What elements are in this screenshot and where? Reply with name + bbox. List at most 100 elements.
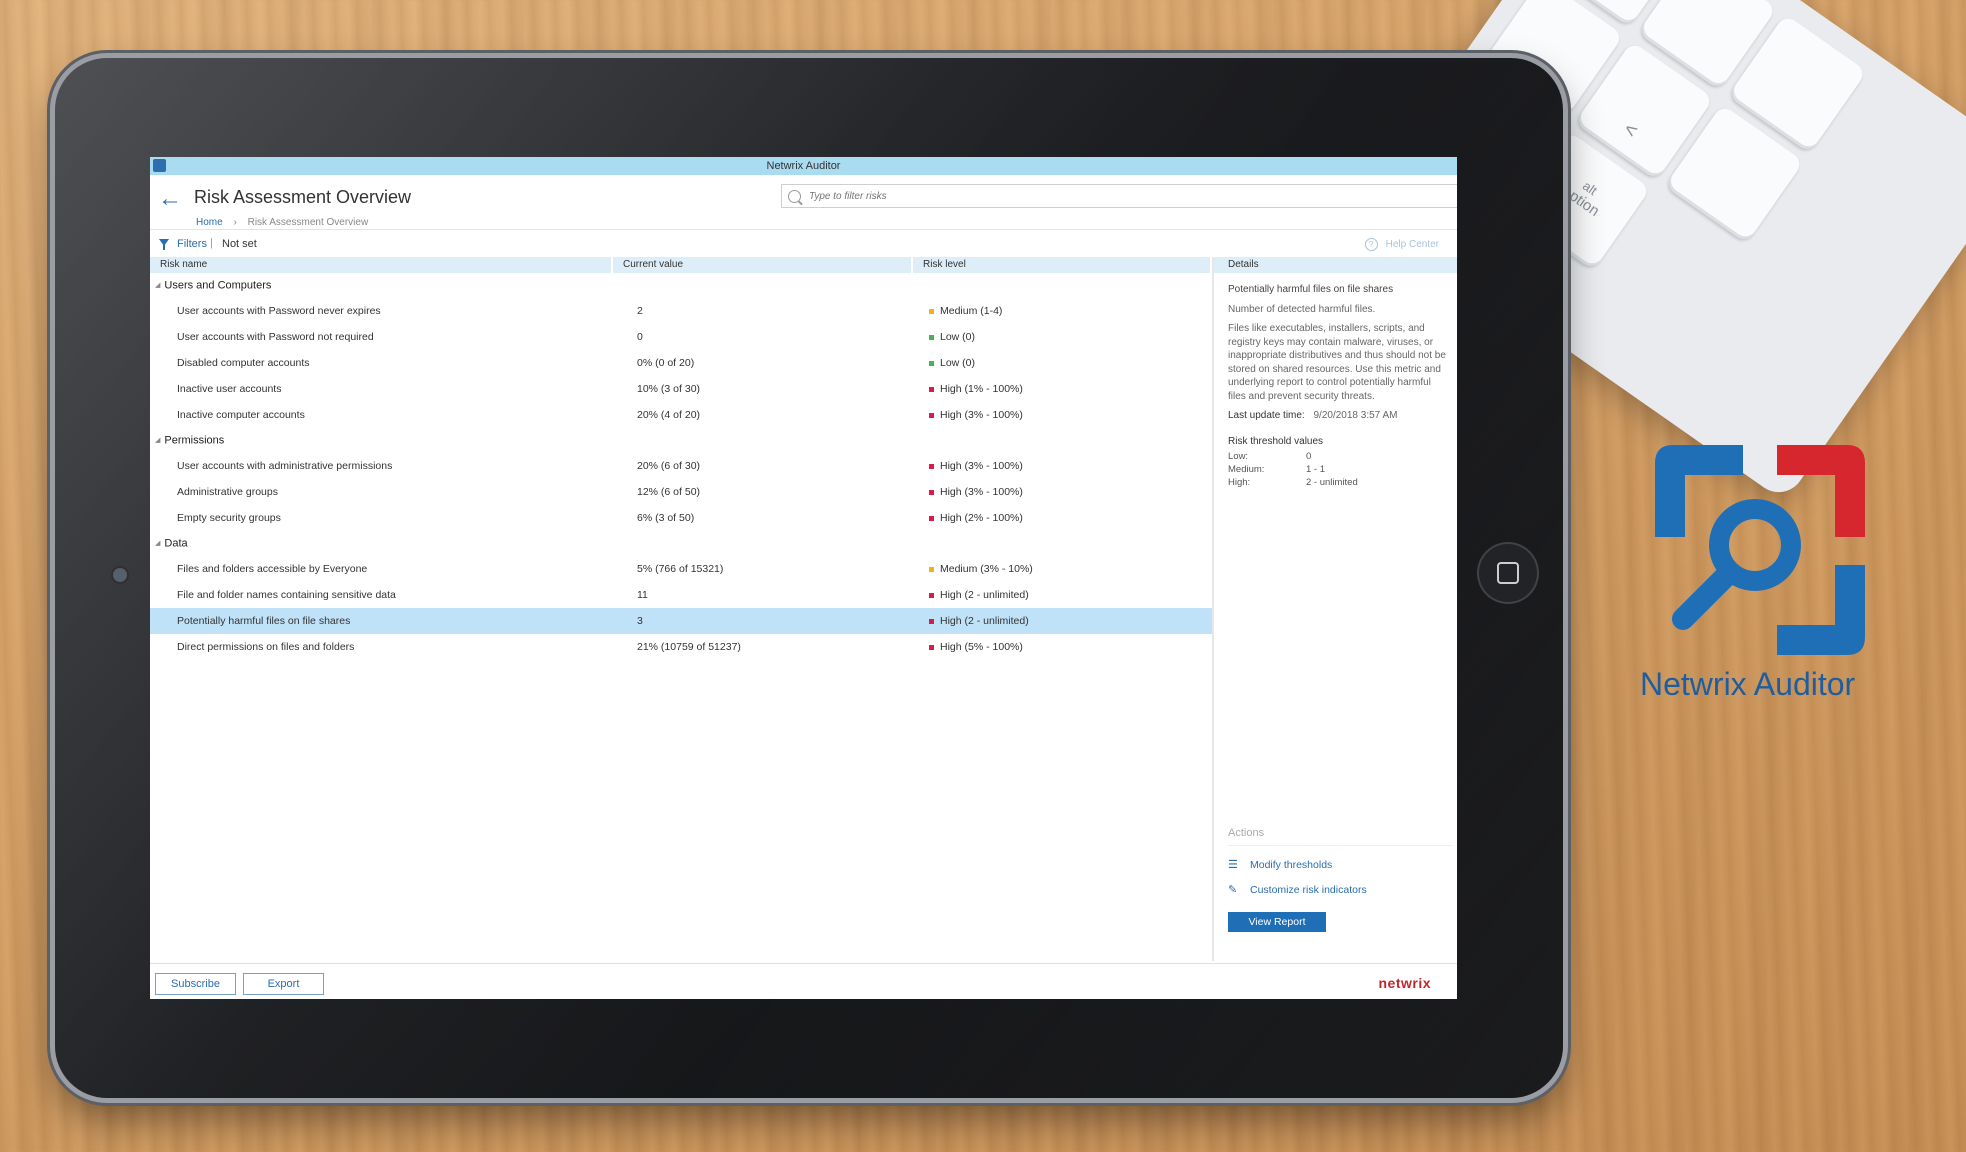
- view-report-button[interactable]: View Report: [1228, 912, 1326, 932]
- threshold-value: 1 - 1: [1306, 464, 1326, 475]
- risk-name-cell: Files and folders accessible by Everyone: [177, 563, 368, 575]
- table-row[interactable]: Files and folders accessible by Everyone…: [150, 556, 1212, 582]
- help-center-link[interactable]: ? Help Center: [1364, 238, 1439, 251]
- risk-name-cell: File and folder names containing sensiti…: [177, 589, 396, 601]
- threshold-label: Low:: [1228, 451, 1249, 462]
- pencil-icon: ✎: [1228, 884, 1238, 896]
- tablet-home-button[interactable]: [1477, 542, 1539, 604]
- risk-name-cell: Potentially harmful files on file shares: [177, 615, 351, 627]
- risk-level-cell: High (2 - unlimited): [913, 615, 1212, 627]
- risk-level-cell: High (5% - 100%): [913, 641, 1212, 653]
- last-update: Last update time: 9/20/2018 3:57 AM: [1228, 409, 1451, 423]
- risk-level-cell: High (3% - 100%): [913, 460, 1212, 472]
- details-title: Potentially harmful files on file shares: [1228, 284, 1394, 295]
- breadcrumb-home-link[interactable]: Home: [196, 217, 223, 228]
- table-row[interactable]: Inactive computer accounts 20% (4 of 20) H…: [150, 402, 1212, 428]
- table-row[interactable]: Inactive user accounts 10% (3 of 30) High …: [150, 376, 1212, 402]
- current-value-cell: 21% (10759 of 51237): [637, 641, 741, 653]
- group-label: Data: [164, 537, 188, 550]
- risk-name-cell: Disabled computer accounts: [177, 357, 310, 369]
- table-row[interactable]: User accounts with administrative permis…: [150, 453, 1212, 479]
- details-subtitle: Number of detected harmful files.: [1228, 303, 1376, 315]
- threshold-label: Medium:: [1228, 464, 1265, 475]
- severity-indicator-icon: [929, 644, 934, 650]
- severity-indicator-icon: [929, 308, 934, 314]
- netwrix-auditor-logo: [1655, 445, 1865, 655]
- risk-level-label: Medium (3% - 10%): [940, 563, 1033, 575]
- modify-thresholds-label: Modify thresholds: [1250, 859, 1333, 871]
- app-window: Netwrix Auditor ← Risk Assessment Overvi…: [150, 157, 1457, 999]
- table-row[interactable]: User accounts with Password never expire…: [150, 298, 1212, 324]
- page-title: Risk Assessment Overview: [194, 187, 412, 207]
- netwrix-brand-logo: netwrix: [1378, 975, 1431, 991]
- search-input[interactable]: [807, 189, 1411, 203]
- risk-level-label: High (3% - 100%): [940, 486, 1023, 498]
- back-arrow-icon[interactable]: ←: [158, 187, 182, 211]
- threshold-row: Medium: 1 - 1: [1228, 463, 1451, 476]
- export-button[interactable]: Export: [243, 973, 324, 995]
- table-row[interactable]: Disabled computer accounts 0% (0 of 20) Lo…: [150, 350, 1212, 376]
- modify-thresholds-link[interactable]: ☰ Modify thresholds: [1228, 859, 1453, 871]
- filters-button[interactable]: Filters: [177, 238, 207, 250]
- risk-level-label: High (2 - unlimited): [940, 615, 1029, 627]
- current-value-cell: 0: [637, 331, 643, 343]
- help-icon: ?: [1364, 238, 1378, 251]
- risk-level-label: High (2 - unlimited): [940, 589, 1029, 601]
- severity-indicator-icon: [929, 334, 934, 340]
- tablet-camera: [113, 568, 127, 582]
- customize-risk-indicators-link[interactable]: ✎ Customize risk indicators: [1228, 884, 1453, 896]
- risk-level-label: High (5% - 100%): [940, 641, 1023, 653]
- last-update-value: 9/20/2018 3:57 AM: [1313, 410, 1398, 421]
- risk-table: Risk name Current value Risk level ◢ User…: [150, 257, 1212, 957]
- subscribe-button[interactable]: Subscribe: [155, 973, 236, 995]
- severity-indicator-icon: [929, 412, 934, 418]
- table-row[interactable]: Potentially harmful files on file shares…: [150, 608, 1212, 634]
- group-label: Users and Computers: [164, 279, 272, 292]
- search-box[interactable]: [781, 184, 1457, 208]
- risk-name-cell: Inactive computer accounts: [177, 409, 305, 421]
- filter-bar: Filters | Not set ? Help Center: [150, 230, 1457, 258]
- current-value-cell: 5% (766 of 15321): [637, 563, 724, 575]
- risk-level-cell: Low (0): [913, 331, 1212, 343]
- group-label: Permissions: [164, 434, 225, 447]
- risk-name-cell: Administrative groups: [177, 486, 278, 498]
- severity-indicator-icon: [929, 386, 934, 392]
- current-value-cell: 10% (3 of 30): [637, 383, 701, 395]
- current-value-cell: 20% (4 of 20): [637, 409, 701, 421]
- collapse-caret-icon[interactable]: ◢: [155, 531, 160, 556]
- column-header-risk-level[interactable]: Risk level: [913, 257, 1212, 273]
- app-icon: [153, 159, 166, 172]
- current-value-cell: 0% (0 of 20): [637, 357, 695, 369]
- thresholds-list: Low: 0 Medium: 1 - 1 High: 2 - unlimited: [1228, 450, 1451, 489]
- window-titlebar: Netwrix Auditor: [150, 157, 1457, 175]
- table-row[interactable]: File and folder names containing sensiti…: [150, 582, 1212, 608]
- filter-value: Not set: [222, 238, 257, 250]
- window-title: Netwrix Auditor: [766, 160, 841, 172]
- table-row[interactable]: User accounts with Password not required…: [150, 324, 1212, 350]
- current-value-cell: 20% (6 of 30): [637, 460, 701, 472]
- table-group-row[interactable]: ◢ Users and Computers: [150, 273, 1212, 298]
- table-row[interactable]: Direct permissions on files and folders 2…: [150, 634, 1212, 660]
- details-pane: Details Potentially harmful files on fil…: [1212, 257, 1457, 961]
- risk-level-label: High (1% - 100%): [940, 383, 1023, 395]
- column-header-current-value[interactable]: Current value: [613, 257, 913, 273]
- table-group-row[interactable]: ◢ Permissions: [150, 428, 1212, 453]
- table-row[interactable]: Administrative groups 12% (6 of 50) High (…: [150, 479, 1212, 505]
- table-group-row[interactable]: ◢ Data: [150, 531, 1212, 556]
- table-row[interactable]: Empty security groups 6% (3 of 50) High (2…: [150, 505, 1212, 531]
- collapse-caret-icon[interactable]: ◢: [155, 428, 160, 453]
- severity-indicator-icon: [929, 463, 934, 469]
- filter-icon[interactable]: [159, 239, 169, 250]
- customize-indicators-label: Customize risk indicators: [1250, 884, 1367, 896]
- column-header-risk-name[interactable]: Risk name: [150, 257, 613, 273]
- risk-level-label: High (2% - 100%): [940, 512, 1023, 524]
- collapse-caret-icon[interactable]: ◢: [155, 273, 160, 298]
- risk-name-cell: Empty security groups: [177, 512, 281, 524]
- threshold-row: High: 2 - unlimited: [1228, 476, 1451, 489]
- filter-separator: |: [210, 237, 213, 249]
- severity-indicator-icon: [929, 566, 934, 572]
- risk-level-cell: Medium (3% - 10%): [913, 563, 1212, 575]
- risk-level-label: Medium (1-4): [940, 305, 1003, 317]
- severity-indicator-icon: [929, 592, 934, 598]
- threshold-label: High:: [1228, 477, 1251, 488]
